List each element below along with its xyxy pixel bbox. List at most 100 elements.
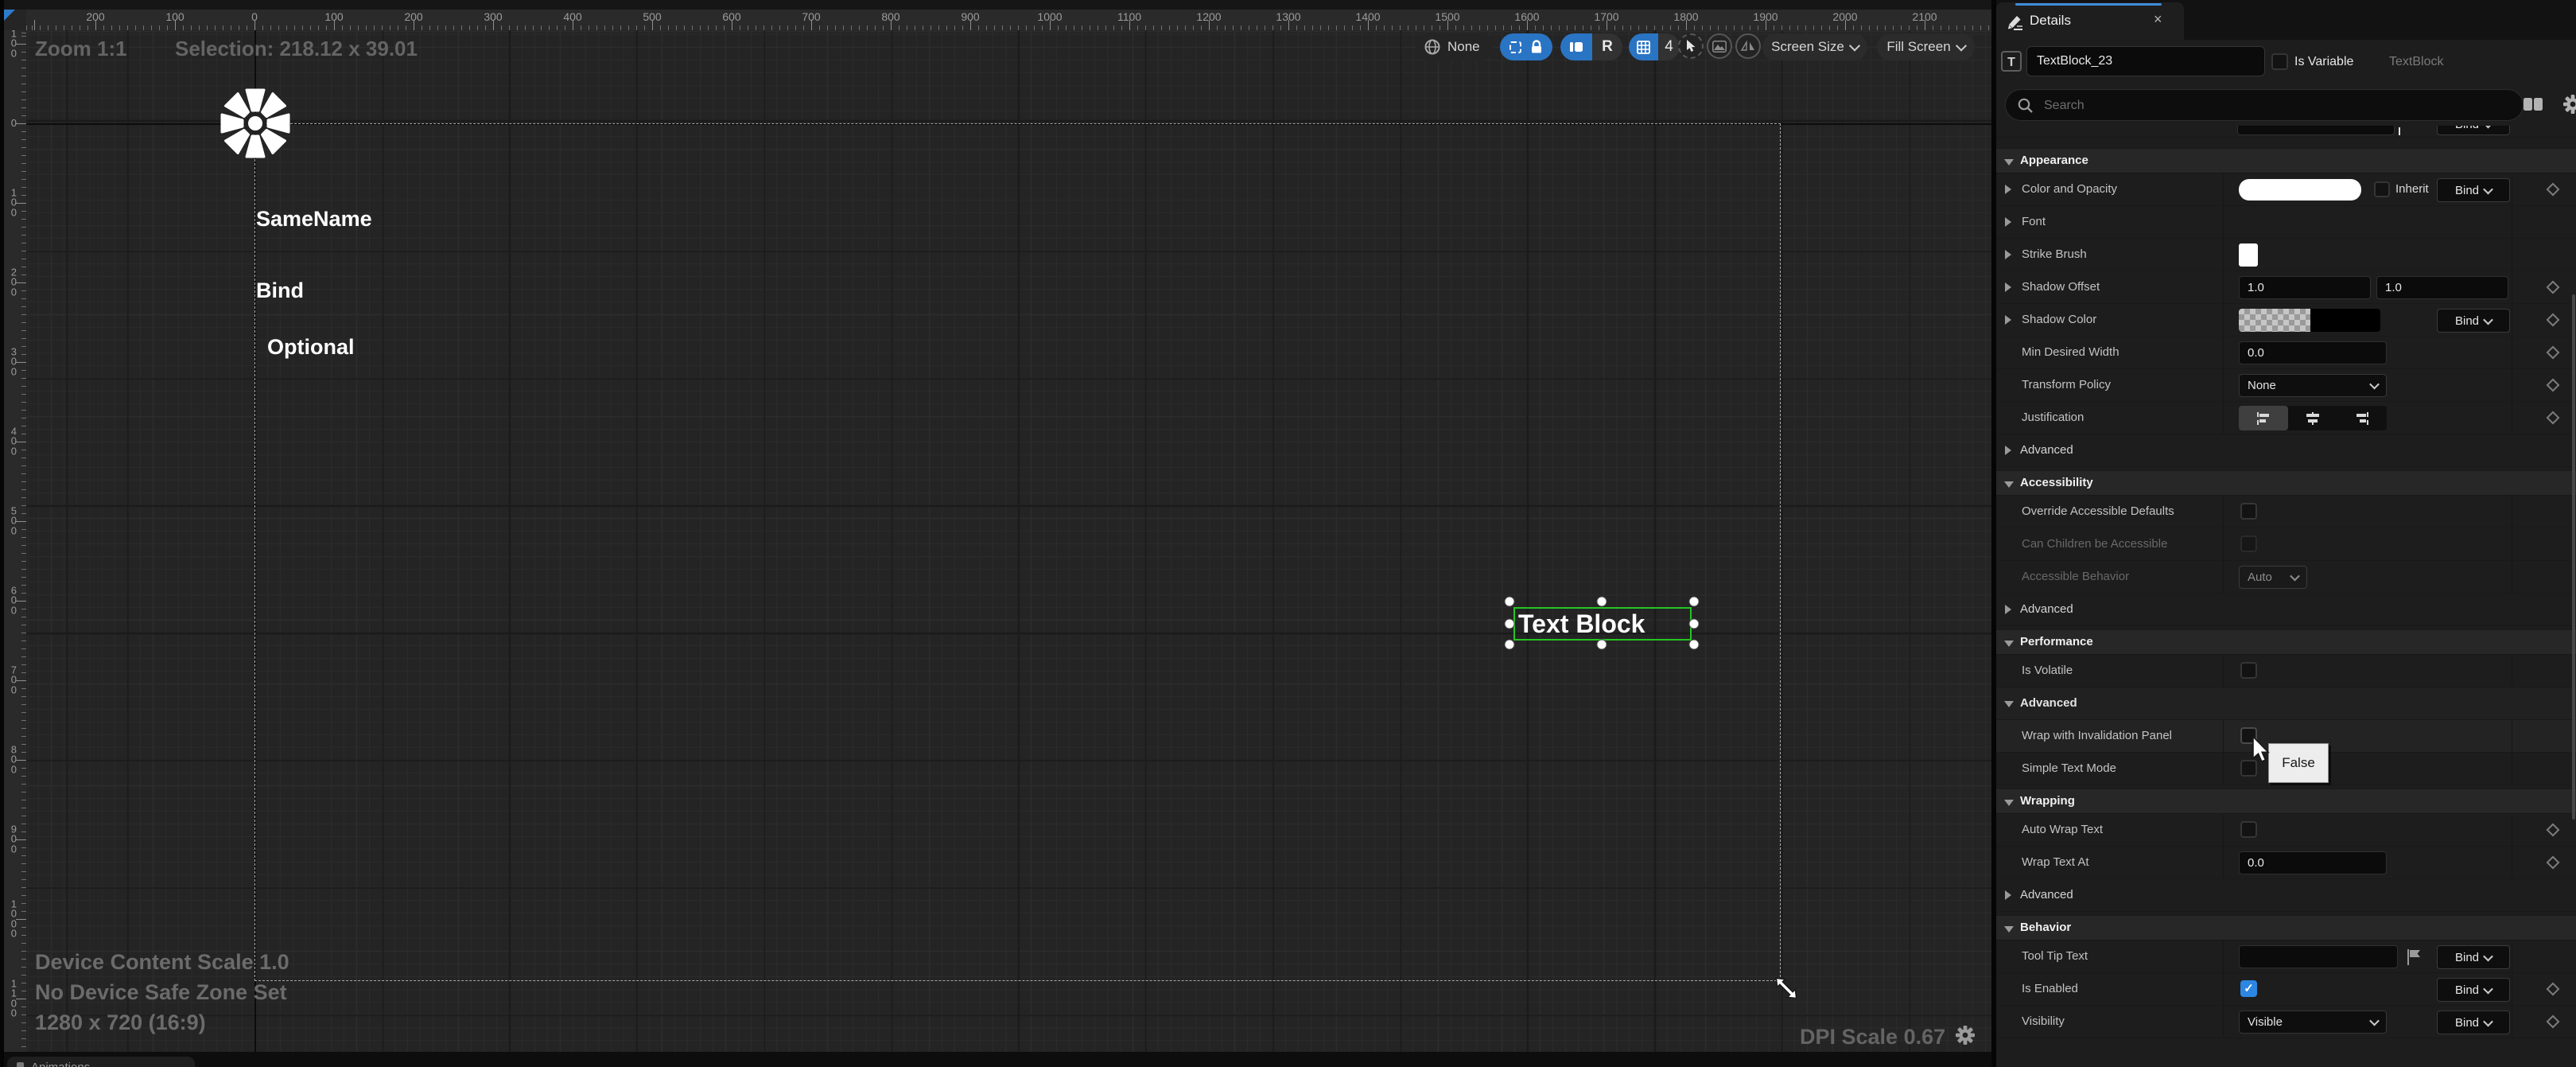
min-desired-width-field[interactable]: 0.0 <box>2239 341 2387 364</box>
property-label: Tool Tip Text <box>2022 949 2088 963</box>
resize-cursor-icon <box>1767 969 1805 1007</box>
selected-text-block[interactable]: Text Block <box>1513 607 1692 641</box>
property-label: Simple Text Mode <box>2022 761 2116 775</box>
transform-policy-dropdown[interactable]: None <box>2239 374 2387 397</box>
grid-icon <box>1637 41 1650 54</box>
is-variable-checkbox[interactable] <box>2271 53 2288 70</box>
selection-lock-group[interactable] <box>1500 33 1552 60</box>
grid-snap-group[interactable]: 4 <box>1629 33 1680 60</box>
select-widget-mode-button[interactable] <box>1678 33 1704 59</box>
reset-diamond-icon[interactable] <box>2547 411 2560 425</box>
bind-button[interactable]: Bind <box>2437 309 2510 333</box>
textblock-bind[interactable]: Bind <box>256 278 304 303</box>
tab-details[interactable]: Details × <box>1996 2 2184 40</box>
selection-handle[interactable] <box>1597 640 1607 650</box>
expand-icon[interactable] <box>2005 282 2011 292</box>
is-volatile-checkbox[interactable] <box>2240 662 2257 679</box>
auto-wrap-text-checkbox[interactable] <box>2240 821 2257 838</box>
search-input[interactable] <box>2042 95 2491 116</box>
shadow-offset-y-field[interactable]: 1.0 <box>2376 276 2508 299</box>
selection-handle[interactable] <box>1505 597 1515 607</box>
details-panel: Details × T Is Variable TextBlock <box>1996 0 2576 1067</box>
reset-diamond-icon[interactable] <box>2547 1015 2560 1029</box>
inherit-checkbox[interactable] <box>2374 181 2390 197</box>
bind-button[interactable]: Bind <box>2437 978 2510 1002</box>
section-title: Behavior <box>2020 921 2071 934</box>
justify-center-button[interactable] <box>2288 406 2337 430</box>
reset-diamond-icon[interactable] <box>2547 183 2560 197</box>
screen-size-dropdown[interactable]: Screen Size <box>1762 33 1867 60</box>
animations-tab-label: Animations <box>31 1061 90 1067</box>
grid-snap-size[interactable]: 4 <box>1658 38 1680 56</box>
color-opacity-swatch[interactable] <box>2239 179 2361 201</box>
reset-diamond-icon[interactable] <box>2547 379 2560 392</box>
selection-handle[interactable] <box>1505 640 1515 650</box>
settings-gear-icon[interactable] <box>2562 94 2576 115</box>
respect-locks-group[interactable]: R <box>1560 33 1622 60</box>
justify-right-button[interactable] <box>2337 406 2387 430</box>
widget-name-input[interactable] <box>2026 46 2265 76</box>
bind-button[interactable]: Bind <box>2437 178 2510 202</box>
property-label: Shadow Offset <box>2022 280 2100 294</box>
reset-diamond-icon[interactable] <box>2547 346 2560 360</box>
bind-button[interactable]: Bind <box>2437 126 2510 135</box>
row-advanced-wrapping[interactable]: Advanced <box>1996 879 2576 912</box>
close-icon[interactable]: × <box>2154 11 2162 28</box>
details-scrollbar[interactable] <box>2572 294 2575 820</box>
bind-button[interactable]: Bind <box>2437 945 2510 969</box>
row-advanced-accessibility[interactable]: Advanced <box>1996 594 2576 626</box>
umg-designer-canvas[interactable]: 2001000100200300400500600700800900100011… <box>0 0 1996 1067</box>
wrap-text-at-field[interactable]: 0.0 <box>2239 851 2387 874</box>
expand-icon[interactable] <box>2005 185 2011 194</box>
selection-handle[interactable] <box>1689 640 1700 650</box>
subsection-advanced-performance[interactable]: Advanced <box>1996 687 2576 720</box>
tool-tip-text-input[interactable] <box>2239 945 2398 968</box>
property-label: Is Volatile <box>2022 664 2073 677</box>
section-title: Wrapping <box>2020 794 2075 808</box>
tab-animations[interactable]: Animations <box>7 1057 195 1067</box>
shadow-offset-x-field[interactable]: 1.0 <box>2239 276 2371 299</box>
dpi-settings-gear-icon[interactable] <box>1955 1025 1976 1046</box>
section-title: Accessibility <box>2020 476 2093 489</box>
row-advanced-appearance[interactable]: Advanced <box>1996 434 2576 467</box>
localize-flag-icon[interactable] <box>2407 948 2423 966</box>
selection-handle[interactable] <box>1597 597 1607 607</box>
section-accessibility[interactable]: Accessibility <box>1996 470 2576 496</box>
selection-handle[interactable] <box>1689 597 1700 607</box>
shadow-color-swatch[interactable] <box>2239 309 2380 332</box>
display-filter-icon[interactable] <box>2523 95 2543 113</box>
justify-left-button[interactable] <box>2239 406 2288 430</box>
section-appearance[interactable]: Appearance <box>1996 148 2576 173</box>
fill-screen-dropdown[interactable]: Fill Screen <box>1877 33 1975 60</box>
bind-button[interactable]: Bind <box>2437 1011 2510 1034</box>
section-wrapping[interactable]: Wrapping <box>1996 789 2576 814</box>
reset-diamond-icon[interactable] <box>2547 313 2560 327</box>
textblock-samename[interactable]: SameName <box>256 207 372 232</box>
textblock-optional[interactable]: Optional <box>267 335 355 360</box>
strike-brush-swatch[interactable] <box>2239 243 2258 267</box>
search-box[interactable] <box>2005 89 2524 121</box>
grid-snap-toggle[interactable] <box>1629 33 1658 60</box>
reset-diamond-icon[interactable] <box>2547 824 2560 837</box>
clipped-field[interactable] <box>2237 126 2395 135</box>
layout-outline-toggle[interactable] <box>1560 33 1592 60</box>
resolution-label: 1280 x 720 (16:9) <box>35 1011 206 1035</box>
section-behavior[interactable]: Behavior <box>1996 915 2576 940</box>
expand-icon[interactable] <box>2005 250 2011 259</box>
selection-handle[interactable] <box>1505 619 1515 629</box>
reset-diamond-icon[interactable] <box>2547 281 2560 294</box>
selection-handle[interactable] <box>1689 619 1700 629</box>
clipped-property-row: Bind <box>1996 126 2576 138</box>
override-accessible-checkbox[interactable] <box>2240 503 2257 520</box>
expand-icon[interactable] <box>2005 217 2011 227</box>
reset-diamond-icon[interactable] <box>2547 856 2560 870</box>
visibility-dropdown[interactable]: Visible <box>2239 1011 2387 1034</box>
flip-preview-button[interactable] <box>1735 33 1761 59</box>
preview-background-button[interactable] <box>1707 33 1732 59</box>
expand-icon[interactable] <box>2005 315 2011 325</box>
section-performance[interactable]: Performance <box>1996 629 2576 655</box>
is-enabled-checkbox[interactable]: ✓ <box>2240 980 2257 997</box>
reset-diamond-icon[interactable] <box>2547 983 2560 996</box>
localization-preview-button[interactable]: None <box>1416 33 1494 60</box>
search-row <box>1996 84 2576 126</box>
